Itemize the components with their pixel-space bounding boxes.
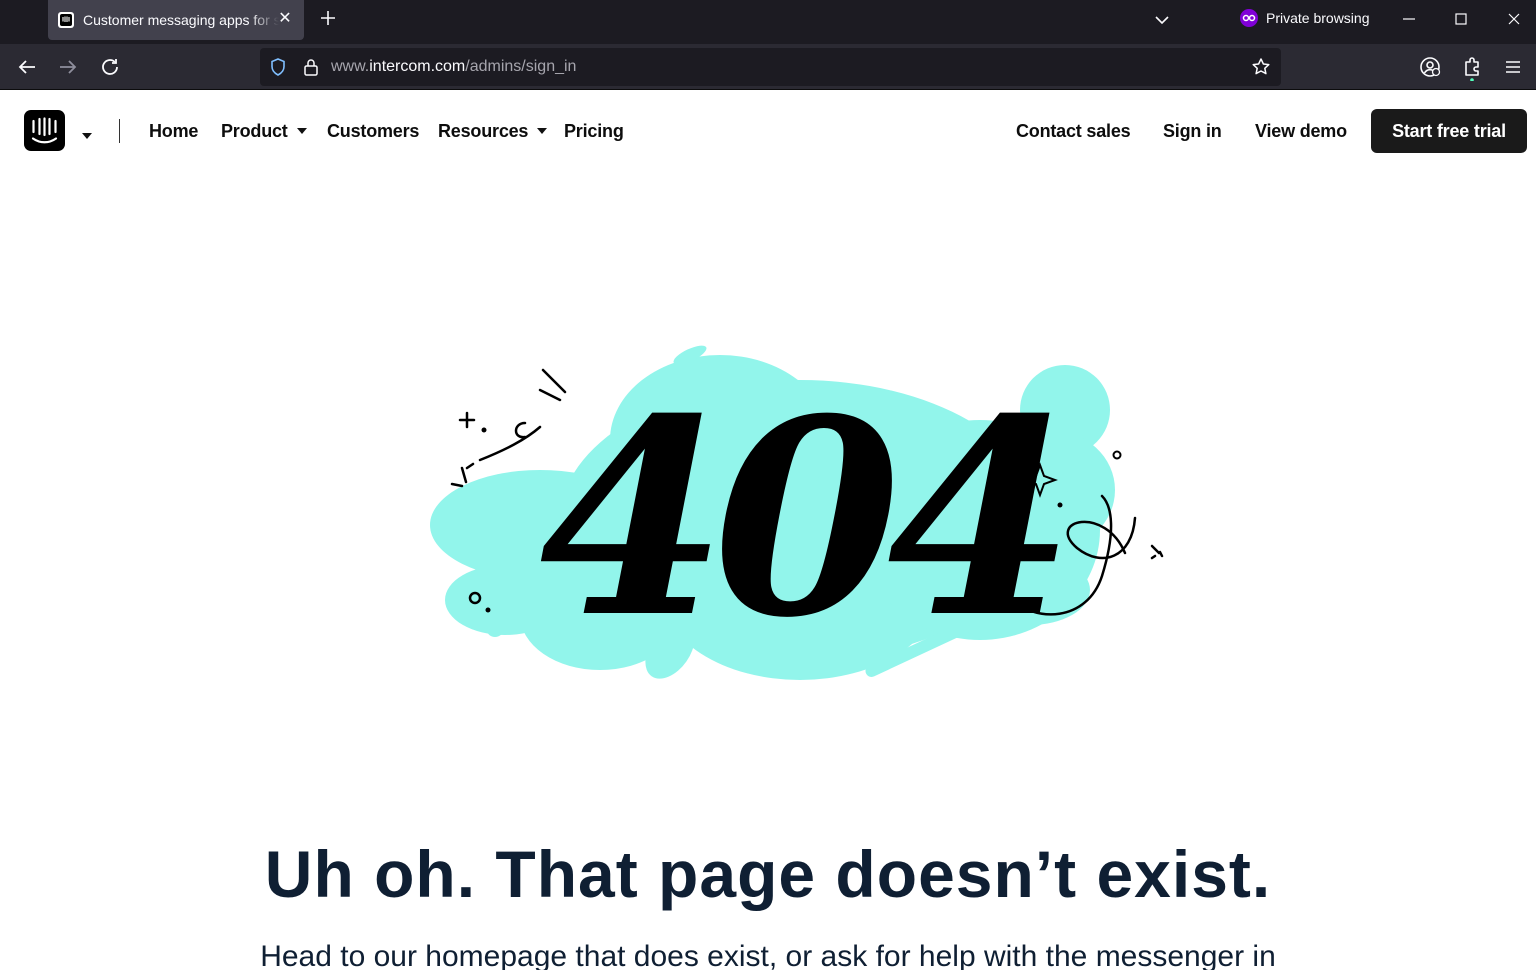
window-maximize-icon[interactable] — [1446, 6, 1476, 32]
site-header: Home Product Customers Resources Pricing… — [0, 91, 1536, 171]
window-minimize-icon[interactable] — [1394, 6, 1424, 32]
url-prefix: www. — [331, 58, 370, 75]
doodle-dot — [481, 427, 487, 433]
404-text: 404 — [539, 359, 1061, 677]
forward-arrow-icon[interactable] — [56, 55, 80, 79]
nav-pricing[interactable]: Pricing — [564, 119, 624, 143]
nav-product-label: Product — [221, 120, 288, 141]
nav-pricing-label: Pricing — [564, 120, 624, 141]
nav-home-label: Home — [149, 120, 199, 141]
browser-tab-bar: Customer messaging apps for sales, marke… — [0, 0, 1536, 44]
app-menu-hamburger-icon[interactable] — [1501, 55, 1525, 79]
url-host: intercom.com — [369, 58, 466, 75]
doodle-dot — [1057, 502, 1063, 508]
view-demo-link[interactable]: View demo — [1255, 119, 1347, 143]
tab-list-chevron-down-icon[interactable] — [1150, 8, 1174, 32]
page-title: Uh oh. That page doesn’t exist. — [264, 837, 1272, 911]
nav-home[interactable]: Home — [149, 119, 198, 143]
back-arrow-icon[interactable] — [15, 55, 39, 79]
start-free-trial-button[interactable]: Start free trial — [1371, 109, 1527, 153]
private-browsing-label: Private browsing — [1266, 10, 1370, 26]
404-illustration: 404 — [420, 330, 1180, 700]
doodle-dot — [485, 607, 491, 613]
sign-in-link[interactable]: Sign in — [1163, 119, 1222, 143]
url-bar[interactable]: www.intercom.com/admins/sign_in — [260, 48, 1281, 86]
private-browsing-indicator: Private browsing — [1240, 8, 1370, 28]
view-demo-label: View demo — [1255, 120, 1347, 141]
nav-resources-label: Resources — [438, 120, 529, 141]
intercom-favicon-icon — [58, 12, 74, 28]
window-close-icon[interactable] — [1499, 6, 1529, 32]
product-caret-icon — [296, 128, 307, 134]
extensions-puzzle-icon[interactable] — [1460, 55, 1484, 82]
logo-dropdown-caret-icon[interactable] — [82, 127, 92, 139]
url-text[interactable]: www.intercom.com/admins/sign_in — [331, 58, 576, 76]
page-subtext: Head to our homepage that does exist, or… — [260, 940, 1276, 970]
reload-icon[interactable] — [98, 55, 122, 79]
doodle-circle — [1112, 450, 1122, 460]
browser-tab[interactable]: Customer messaging apps for sales, marke… — [48, 0, 304, 40]
header-divider — [119, 119, 120, 143]
intercom-logo-icon[interactable] — [24, 110, 65, 151]
new-tab-plus-icon[interactable] — [316, 6, 340, 30]
sign-in-label: Sign in — [1163, 120, 1222, 141]
url-path: /admins/sign_in — [465, 58, 577, 75]
private-mask-icon — [1240, 9, 1258, 27]
contact-sales-link[interactable]: Contact sales — [1016, 119, 1131, 143]
tracking-shield-icon[interactable] — [268, 57, 288, 77]
browser-navigation-bar: www.intercom.com/admins/sign_in — [0, 44, 1536, 90]
bookmark-star-icon[interactable] — [1251, 57, 1271, 77]
start-free-trial-label: Start free trial — [1392, 120, 1506, 141]
resources-caret-icon — [537, 128, 548, 134]
tab-title: Customer messaging apps for sales, marke… — [83, 12, 279, 28]
contact-sales-label: Contact sales — [1016, 120, 1131, 141]
nav-resources[interactable]: Resources — [438, 119, 548, 143]
account-icon[interactable] — [1418, 55, 1442, 79]
nav-customers-label: Customers — [327, 120, 420, 141]
nav-customers[interactable]: Customers — [327, 119, 419, 143]
tab-close-icon[interactable]: ✕ — [276, 10, 294, 28]
nav-product[interactable]: Product — [221, 119, 307, 143]
lock-icon[interactable] — [301, 57, 321, 77]
